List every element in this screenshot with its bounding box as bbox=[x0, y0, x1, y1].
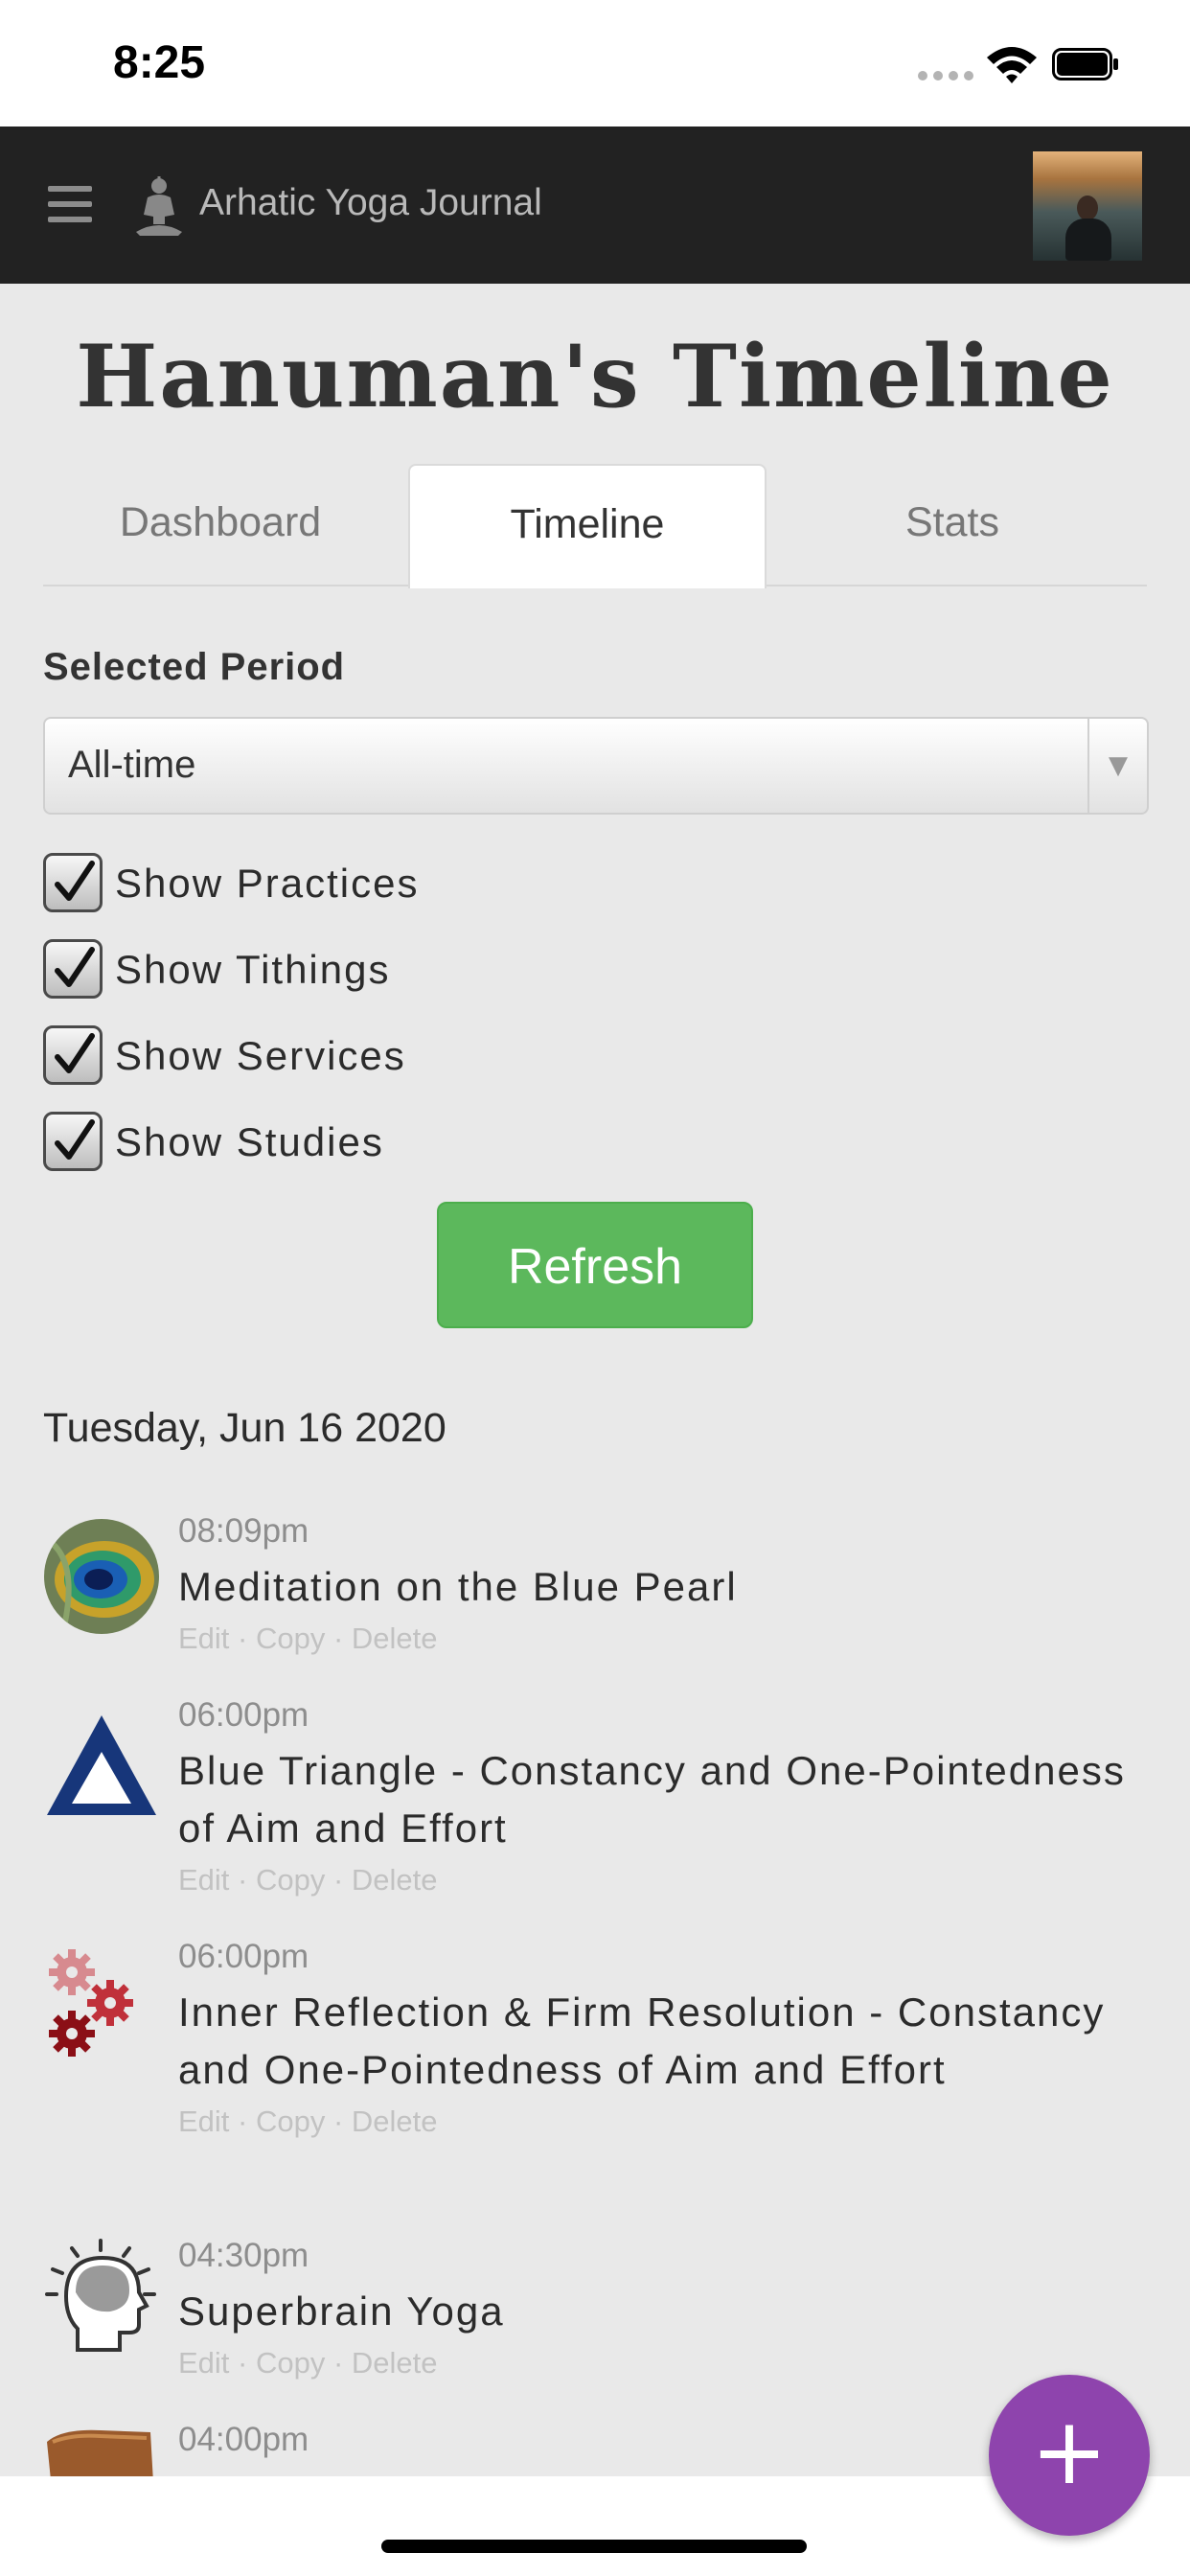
entry-actions: Edit · Copy · Delete bbox=[178, 1618, 1156, 1660]
entry-actions: Edit · Copy · Delete bbox=[178, 1859, 1156, 1901]
brain-head-icon bbox=[45, 2239, 156, 2352]
separator: · bbox=[229, 1863, 256, 1897]
copy-link[interactable]: Copy bbox=[256, 2104, 325, 2138]
battery-icon bbox=[1052, 48, 1118, 80]
separator: · bbox=[325, 1622, 352, 1655]
period-select-value: All-time bbox=[68, 744, 196, 786]
selected-period-label: Selected Period bbox=[43, 646, 346, 688]
entry-title[interactable]: Blue Triangle - Constancy and One-Pointe… bbox=[178, 1742, 1156, 1857]
delete-link[interactable]: Delete bbox=[352, 2346, 438, 2380]
peacock-feather-icon bbox=[44, 1519, 159, 1634]
copy-link[interactable]: Copy bbox=[256, 2346, 325, 2380]
tab-stats[interactable]: Stats bbox=[775, 464, 1130, 585]
app-bar: Arhatic Yoga Journal bbox=[0, 126, 1190, 284]
entry-time: 06:00pm bbox=[178, 1938, 309, 1975]
tab-dashboard[interactable]: Dashboard bbox=[43, 464, 398, 585]
add-entry-button[interactable]: + bbox=[989, 2375, 1150, 2536]
period-select[interactable]: All-time ▼ bbox=[43, 717, 1149, 815]
blue-triangle-icon bbox=[47, 1715, 156, 1815]
separator: · bbox=[325, 2346, 352, 2380]
checkmark-icon bbox=[55, 1119, 95, 1160]
edit-link[interactable]: Edit bbox=[178, 1622, 229, 1655]
edit-link[interactable]: Edit bbox=[178, 2104, 229, 2138]
show-studies-label[interactable]: Show Studies bbox=[115, 1119, 384, 1165]
checkmark-icon bbox=[55, 947, 95, 987]
entry-time: 08:09pm bbox=[178, 1512, 309, 1550]
entry-time: 06:00pm bbox=[178, 1696, 309, 1734]
timeline-date-heading: Tuesday, Jun 16 2020 bbox=[43, 1405, 446, 1451]
copy-link[interactable]: Copy bbox=[256, 1622, 325, 1655]
signal-icon bbox=[918, 71, 973, 80]
entry-title[interactable]: Meditation on the Blue Pearl bbox=[178, 1558, 1156, 1616]
separator: · bbox=[325, 2104, 352, 2138]
gears-icon bbox=[49, 1949, 133, 2057]
separator: · bbox=[325, 1863, 352, 1897]
entry-title[interactable]: Inner Reflection & Firm Resolution - Con… bbox=[178, 1984, 1156, 2099]
show-services-label[interactable]: Show Services bbox=[115, 1033, 406, 1079]
page-title: Hanuman's Timeline bbox=[76, 326, 1114, 427]
delete-link[interactable]: Delete bbox=[352, 2104, 438, 2138]
show-practices-checkbox[interactable] bbox=[43, 853, 103, 912]
status-time: 8:25 bbox=[113, 37, 206, 88]
show-tithings-checkbox[interactable] bbox=[43, 939, 103, 999]
checkmark-icon bbox=[55, 1033, 95, 1073]
refresh-button[interactable]: Refresh bbox=[437, 1202, 753, 1328]
chevron-down-icon[interactable]: ▼ bbox=[1087, 719, 1147, 813]
app-title[interactable]: Arhatic Yoga Journal bbox=[199, 182, 542, 224]
wifi-icon bbox=[987, 47, 1037, 83]
checkmark-icon bbox=[55, 861, 95, 901]
plus-icon: + bbox=[1030, 2398, 1109, 2505]
tab-timeline[interactable]: Timeline bbox=[408, 464, 767, 588]
status-bar: 8:25 bbox=[0, 0, 1190, 126]
edit-link[interactable]: Edit bbox=[178, 2346, 229, 2380]
entry-actions: Edit · Copy · Delete bbox=[178, 2101, 1156, 2143]
show-tithings-label[interactable]: Show Tithings bbox=[115, 947, 390, 993]
delete-link[interactable]: Delete bbox=[352, 1622, 438, 1655]
edit-link[interactable]: Edit bbox=[178, 1863, 229, 1897]
show-practices-label[interactable]: Show Practices bbox=[115, 861, 419, 907]
separator: · bbox=[229, 2346, 256, 2380]
delete-link[interactable]: Delete bbox=[352, 1863, 438, 1897]
avatar[interactable] bbox=[1033, 151, 1142, 261]
entry-time: 04:30pm bbox=[178, 2237, 309, 2274]
separator: · bbox=[229, 2104, 256, 2138]
show-studies-checkbox[interactable] bbox=[43, 1112, 103, 1171]
copy-link[interactable]: Copy bbox=[256, 1863, 325, 1897]
separator: · bbox=[229, 1622, 256, 1655]
meditating-figure-icon bbox=[136, 176, 182, 236]
show-services-checkbox[interactable] bbox=[43, 1025, 103, 1085]
entry-title[interactable]: Superbrain Yoga bbox=[178, 2283, 1156, 2340]
home-indicator[interactable] bbox=[381, 2540, 807, 2553]
menu-icon[interactable] bbox=[48, 186, 92, 224]
tab-bar: Dashboard Timeline Stats bbox=[43, 464, 1147, 588]
